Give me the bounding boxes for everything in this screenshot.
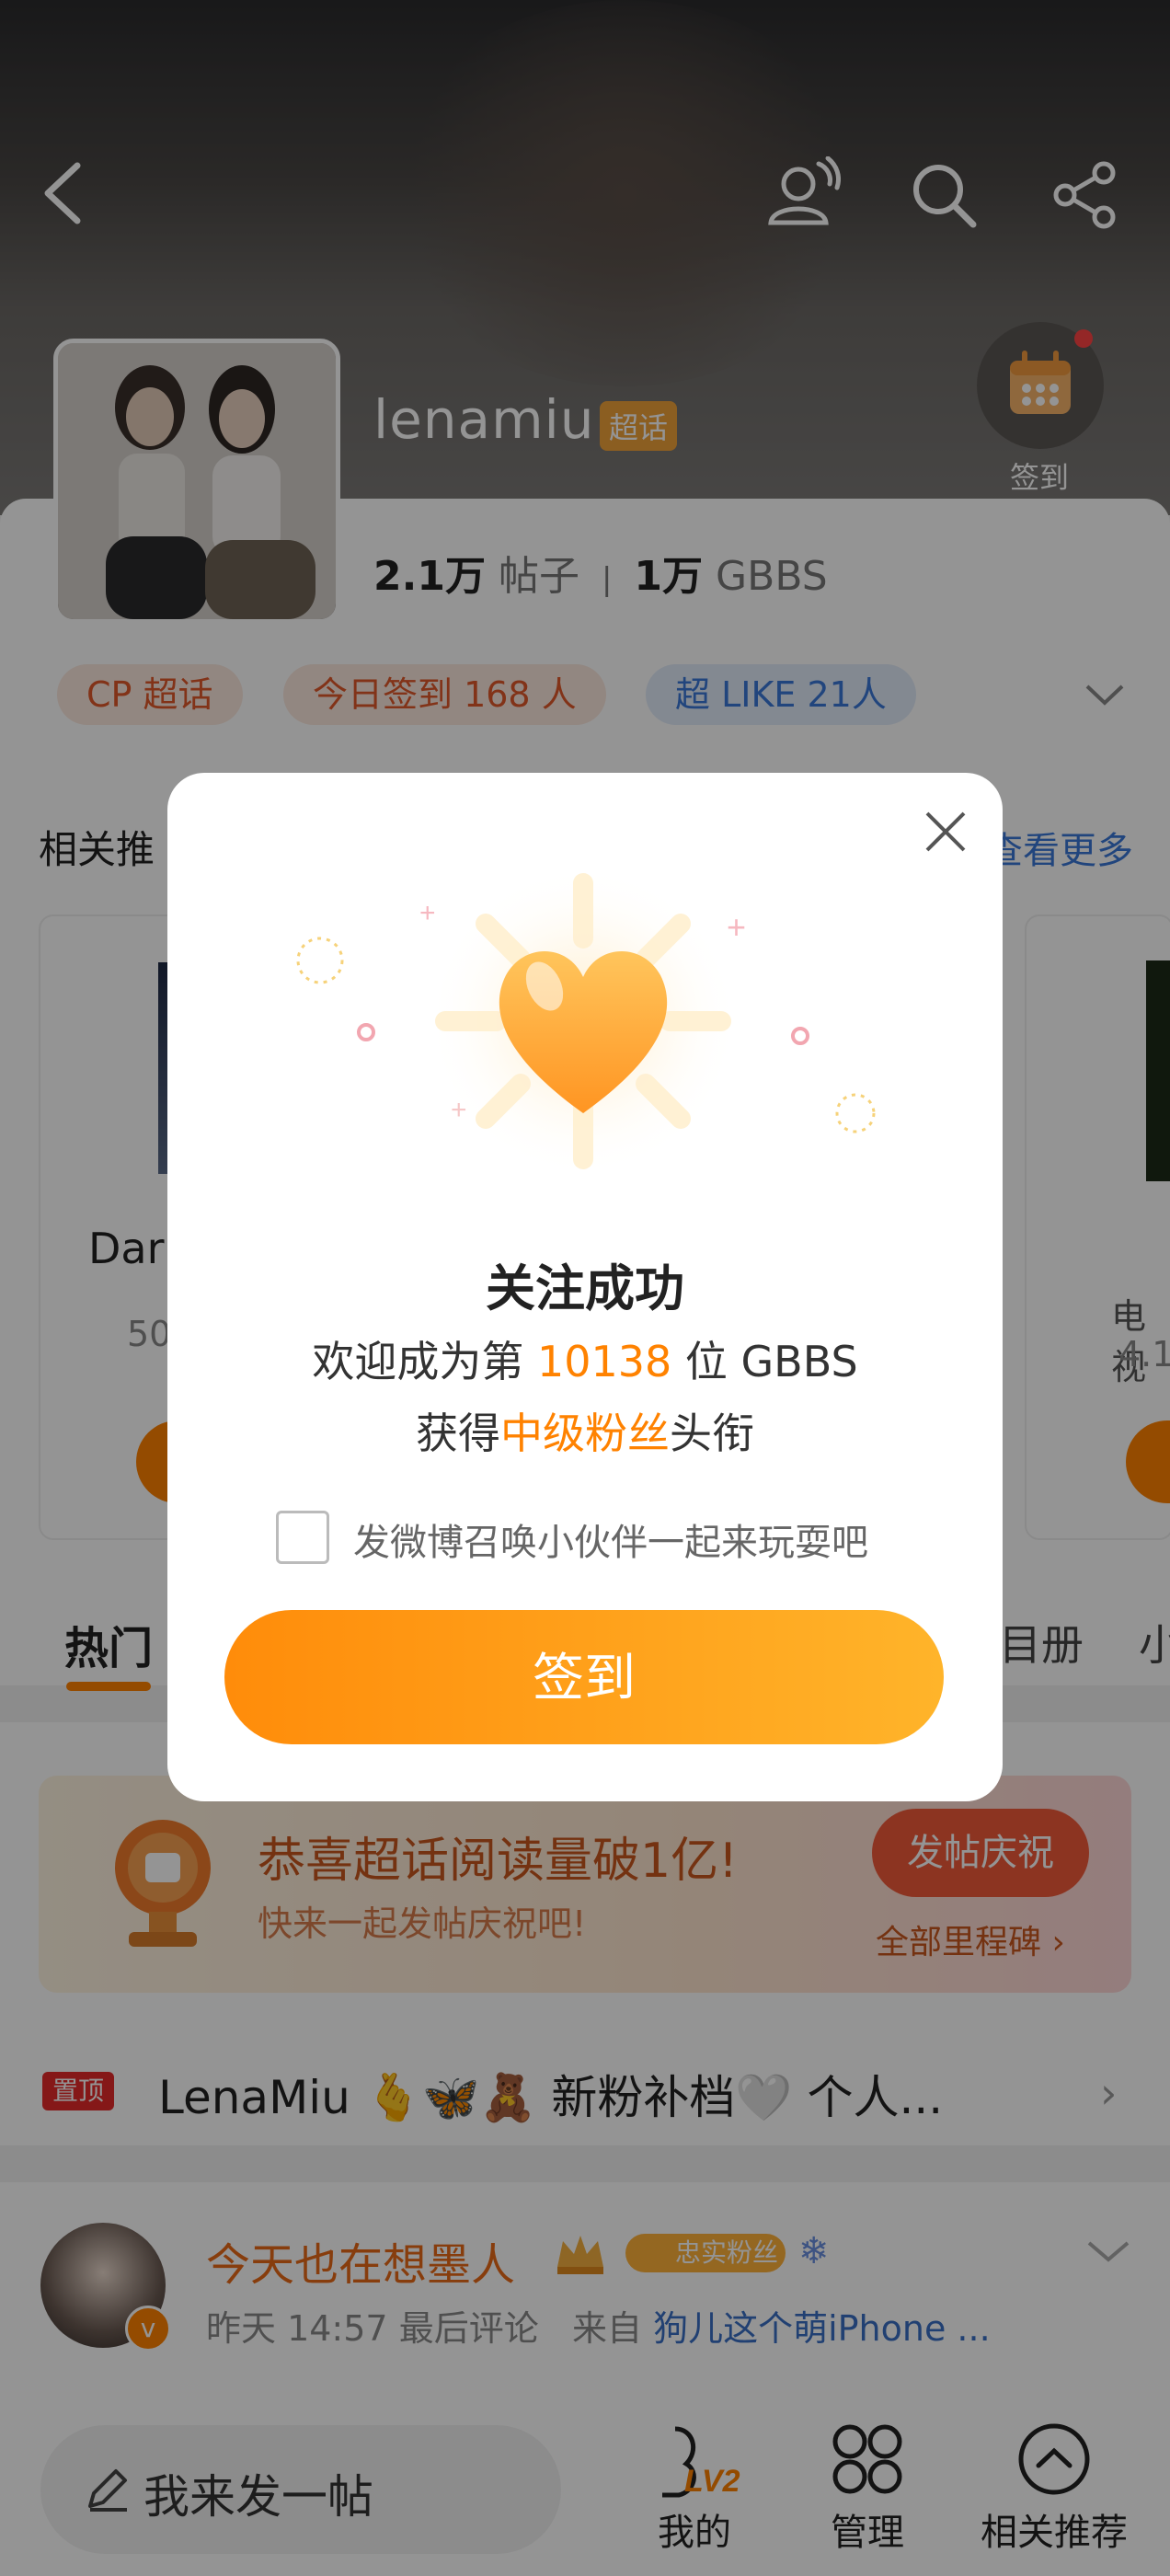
svg-text:+: +: [419, 898, 436, 928]
modal-welcome-line: 欢迎成为第 10138 位 GBBS: [167, 1328, 1003, 1389]
svg-text:+: +: [451, 1095, 467, 1125]
title-suffix: 头衔: [670, 1409, 754, 1458]
fan-title: 中级粉丝: [500, 1409, 670, 1458]
welcome-suffix: 位 GBBS: [671, 1337, 858, 1386]
close-icon[interactable]: [920, 806, 971, 857]
welcome-prefix: 欢迎成为第: [312, 1337, 537, 1386]
modal-title-line: 获得中级粉丝头衔: [167, 1400, 1003, 1461]
fan-number: 10138: [536, 1337, 672, 1386]
share-checkbox[interactable]: [276, 1511, 329, 1564]
modal-checkin-button[interactable]: 签到: [224, 1610, 944, 1744]
svg-text:+: +: [727, 908, 746, 946]
title-prefix: 获得: [416, 1409, 500, 1458]
share-checkbox-label[interactable]: 发微博召唤小伙伴一起来玩耍吧: [353, 1512, 868, 1566]
modal-title: 关注成功: [486, 1259, 684, 1317]
heart-illustration: + + +: [276, 865, 883, 1178]
